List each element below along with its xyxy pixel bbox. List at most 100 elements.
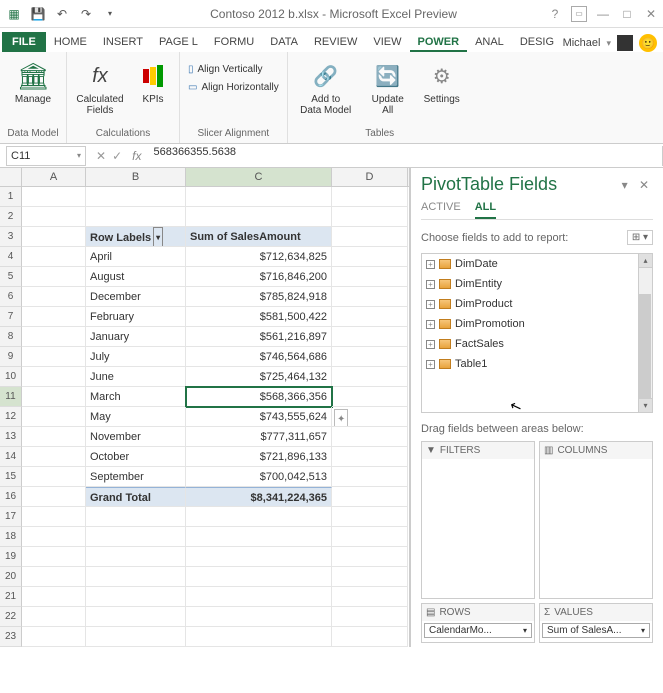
pane-options-icon[interactable]: ▾ xyxy=(622,178,632,192)
field-list-scrollbar[interactable]: ▴ ▾ xyxy=(638,254,652,412)
settings-button[interactable]: ⚙ Settings xyxy=(418,58,466,107)
cell[interactable]: February xyxy=(86,307,186,327)
scroll-thumb[interactable] xyxy=(639,294,651,399)
cell[interactable] xyxy=(332,227,408,247)
cell[interactable] xyxy=(22,387,86,407)
scroll-up-icon[interactable]: ▴ xyxy=(639,254,652,268)
align-horizontally-button[interactable]: ▭ Align Horizontally xyxy=(186,78,281,96)
cell[interactable]: $777,311,657 xyxy=(186,427,332,447)
ribbon-options-icon[interactable]: ▭ xyxy=(571,6,587,22)
row-header[interactable]: 17 xyxy=(0,507,22,527)
cell[interactable] xyxy=(332,367,408,387)
tab-analyze[interactable]: ANAL xyxy=(467,32,512,52)
help-icon[interactable]: ? xyxy=(547,6,563,22)
field-item[interactable]: +DimEntity xyxy=(422,274,638,294)
name-box-dropdown-icon[interactable]: ▾ xyxy=(77,151,81,160)
cell[interactable] xyxy=(22,267,86,287)
account-name[interactable]: Michael xyxy=(563,37,601,49)
row-header[interactable]: 6 xyxy=(0,287,22,307)
field-item[interactable]: +DimPromotion xyxy=(422,314,638,334)
cell[interactable] xyxy=(186,567,332,587)
tab-insert[interactable]: INSERT xyxy=(95,32,151,52)
cell[interactable]: $785,824,918 xyxy=(186,287,332,307)
expand-icon[interactable]: + xyxy=(426,320,435,329)
row-header[interactable]: 9 xyxy=(0,347,22,367)
cell[interactable] xyxy=(86,187,186,207)
cell[interactable] xyxy=(86,547,186,567)
cell[interactable] xyxy=(22,307,86,327)
formula-input[interactable]: 568366355.5638 xyxy=(147,146,663,166)
cell[interactable] xyxy=(332,327,408,347)
cell[interactable]: $746,564,686 xyxy=(186,347,332,367)
cell[interactable] xyxy=(332,347,408,367)
cell[interactable] xyxy=(186,587,332,607)
field-item[interactable]: +DimDate xyxy=(422,254,638,274)
update-all-button[interactable]: 🔄 Update All xyxy=(364,58,412,118)
cell[interactable] xyxy=(332,267,408,287)
cell[interactable]: March xyxy=(86,387,186,407)
row-header[interactable]: 11 xyxy=(0,387,22,407)
cell[interactable] xyxy=(186,207,332,227)
cell[interactable] xyxy=(22,247,86,267)
row-header[interactable]: 2 xyxy=(0,207,22,227)
tab-powerpivot[interactable]: POWER xyxy=(410,32,468,52)
cell[interactable] xyxy=(332,567,408,587)
cell[interactable] xyxy=(22,507,86,527)
cell[interactable] xyxy=(332,467,408,487)
cell[interactable] xyxy=(186,527,332,547)
expand-icon[interactable]: + xyxy=(426,280,435,289)
cell[interactable] xyxy=(22,207,86,227)
cell[interactable] xyxy=(186,547,332,567)
cell[interactable]: ✦ xyxy=(332,407,408,427)
cell[interactable] xyxy=(86,627,186,647)
enter-formula-icon[interactable]: ✓ xyxy=(112,149,122,163)
tab-formulas[interactable]: FORMU xyxy=(206,32,262,52)
cell[interactable] xyxy=(22,467,86,487)
cell[interactable] xyxy=(22,287,86,307)
cell[interactable] xyxy=(332,507,408,527)
expand-icon[interactable]: + xyxy=(426,340,435,349)
cell[interactable] xyxy=(186,627,332,647)
manage-button[interactable]: 🏛 Manage xyxy=(6,58,60,107)
area-columns[interactable]: ▥COLUMNS xyxy=(539,441,653,599)
cell[interactable] xyxy=(22,327,86,347)
row-header[interactable]: 1 xyxy=(0,187,22,207)
cell[interactable]: Row Labels ▾ xyxy=(86,227,186,247)
cell[interactable]: August xyxy=(86,267,186,287)
col-header-b[interactable]: B xyxy=(86,168,186,186)
row-header[interactable]: 18 xyxy=(0,527,22,547)
cell[interactable] xyxy=(22,567,86,587)
cell[interactable] xyxy=(22,487,86,507)
maximize-icon[interactable]: □ xyxy=(619,6,635,22)
cell[interactable] xyxy=(332,547,408,567)
cell[interactable] xyxy=(332,487,408,507)
cell[interactable] xyxy=(332,427,408,447)
align-vertically-button[interactable]: ▯ Align Vertically xyxy=(186,60,281,78)
area-filters[interactable]: ▼FILTERS xyxy=(421,441,535,599)
qat-more-icon[interactable]: ▾ xyxy=(100,4,120,24)
cell[interactable] xyxy=(332,287,408,307)
add-to-data-model-button[interactable]: 🔗 Add to Data Model xyxy=(294,58,358,118)
row-header[interactable]: 13 xyxy=(0,427,22,447)
row-header[interactable]: 7 xyxy=(0,307,22,327)
cell[interactable] xyxy=(332,527,408,547)
redo-icon[interactable]: ↷ xyxy=(76,4,96,24)
cell[interactable]: $721,896,133 xyxy=(186,447,332,467)
row-header[interactable]: 4 xyxy=(0,247,22,267)
cell[interactable] xyxy=(22,527,86,547)
cell[interactable]: May xyxy=(86,407,186,427)
field-item[interactable]: +DimProduct xyxy=(422,294,638,314)
cell[interactable] xyxy=(332,387,408,407)
avatar[interactable] xyxy=(617,35,633,51)
cell[interactable] xyxy=(86,587,186,607)
cell[interactable] xyxy=(22,347,86,367)
tab-data[interactable]: DATA xyxy=(262,32,306,52)
expand-icon[interactable]: + xyxy=(426,260,435,269)
cell[interactable] xyxy=(22,187,86,207)
cell[interactable]: $700,042,513 xyxy=(186,467,332,487)
cell[interactable]: June xyxy=(86,367,186,387)
quick-analysis-icon[interactable]: ✦ xyxy=(334,409,348,427)
row-header[interactable]: 23 xyxy=(0,627,22,647)
scroll-down-icon[interactable]: ▾ xyxy=(639,398,652,412)
cell[interactable]: October xyxy=(86,447,186,467)
